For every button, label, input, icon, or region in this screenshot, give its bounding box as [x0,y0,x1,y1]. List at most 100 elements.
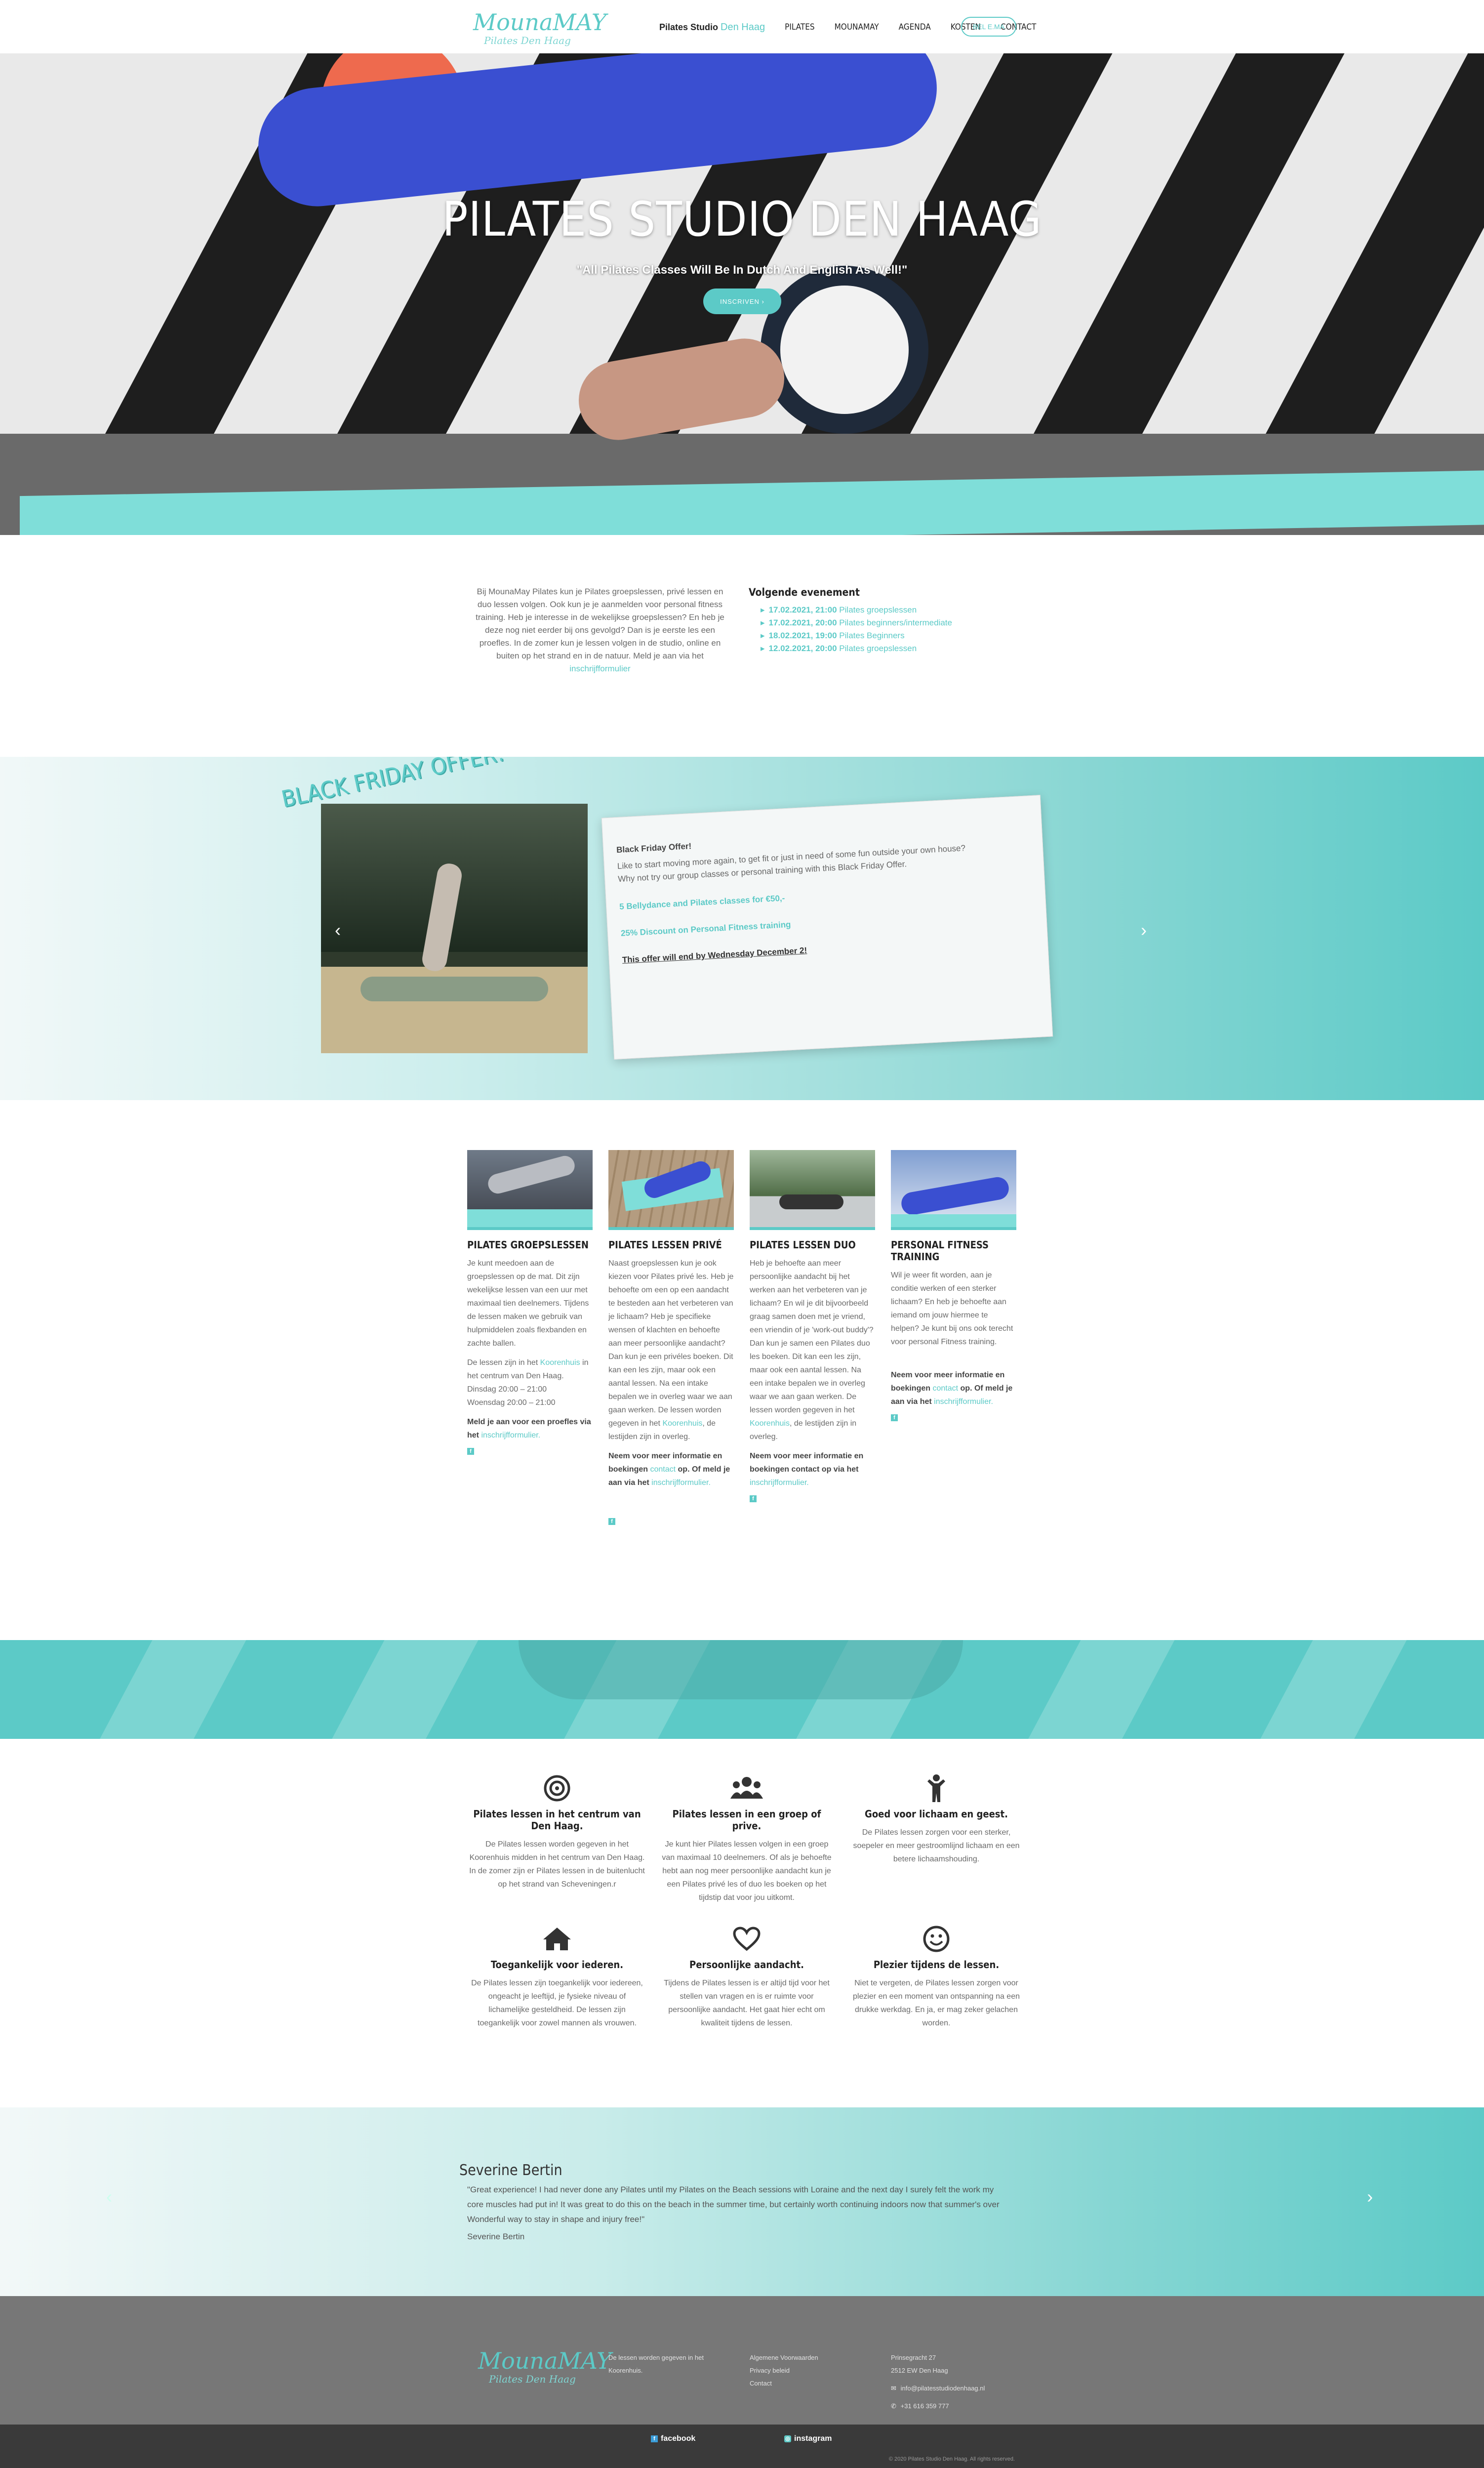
band-stripe [316,1640,489,1739]
event-label: Pilates groepslessen [839,605,917,615]
feature-text: De Pilates lessen zijn toegankelijk voor… [471,1979,643,2027]
nav-agenda[interactable]: AGENDA [899,22,931,32]
signup-link[interactable]: inschrijfformulier. [750,1479,809,1487]
schedule: Dinsdag 20:00 – 21:00 [467,1385,547,1394]
intro-text: Bij MounaMay Pilates kun je Pilates groe… [469,585,731,675]
footer-about: De lessen worden gegeven in het Koorenhu… [608,2354,704,2374]
feature-text: Niet te vergeten, de Pilates lessen zorg… [852,1979,1020,2027]
footer-link-privacy[interactable]: Privacy beleid [750,2364,818,2377]
event-item[interactable]: 17.02.2021, 21:00 Pilates groepslessen [761,604,952,617]
contact-link[interactable]: contact [650,1465,676,1474]
black-friday-card: Black Friday Offer! Like to start moving… [601,795,1053,1060]
card-title: Black Friday Offer! [616,841,692,855]
footer-email[interactable]: ✉ info@pilatesstudiodenhaag.nl [891,2382,985,2395]
facebook-icon[interactable]: f [467,1448,474,1455]
person-icon [847,1773,1025,1803]
koorenhuis-link[interactable]: Koorenhuis [750,1419,790,1428]
testimonial-prev-icon[interactable]: ‹ [106,2186,112,2207]
event-label: Pilates groepslessen [839,644,917,653]
event-date: 18.02.2021, 19:00 [768,631,837,640]
heart-icon [658,1924,836,1954]
header: MounaMAY Pilates Den Haag Pilates Studio… [0,0,1484,53]
logo-subtext: Pilates Den Haag [484,35,571,46]
footer-link-terms[interactable]: Algemene Voorwaarden [750,2351,818,2364]
facebook-icon[interactable]: f [891,1414,898,1421]
facebook-icon[interactable]: f [608,1518,615,1525]
koorenhuis-link[interactable]: Koorenhuis [540,1358,580,1367]
service-text: Je kunt meedoen aan de groepslessen op d… [467,1259,589,1348]
service-card: PILATES LESSEN DUO Heb je behoefte aan m… [750,1150,875,1503]
feature-text: Je kunt hier Pilates lessen volgen in ee… [662,1840,832,1902]
signup-link[interactable]: inschrijfformulier. [651,1479,711,1487]
service-text: Naast groepslessen kun je ook kiezen voo… [608,1257,734,1443]
event-date: 12.02.2021, 20:00 [768,644,837,653]
schedule: Woensdag 20:00 – 21:00 [467,1399,556,1407]
footer: MounaMAY Pilates Den Haag De lessen word… [0,2296,1484,2425]
header-cta-button[interactable]: BEL E.MA [961,17,1016,37]
service-title: PILATES LESSEN PRIVÉ [608,1239,722,1251]
service-title: PILATES LESSEN DUO [750,1239,856,1251]
intro-signup-link[interactable]: inschrijfformulier [569,664,630,673]
feature-text: Tijdens de Pilates lessen is er altijd t… [664,1979,830,2027]
band-stripe [1012,1640,1185,1739]
facebook-icon: f [651,2435,658,2442]
service-cta: Meld je aan voor een proefles via het in… [467,1415,593,1442]
mail-icon: ✉ [891,2385,896,2392]
contact-link[interactable]: contact [932,1384,958,1393]
service-cta: Neem voor meer informatie en boekingen c… [891,1368,1016,1408]
nav-brand-plain: Pilates Studio [659,22,719,32]
hero-signup-button[interactable]: INSCRIVEN › [703,288,781,314]
home-icon [468,1924,646,1954]
service-image [891,1150,1016,1230]
events-list: 17.02.2021, 21:00 Pilates groepslessen 1… [761,604,952,655]
testimonial-next-icon[interactable]: › [1367,2186,1373,2207]
footer-link-contact[interactable]: Contact [750,2377,818,2390]
bottom-bar: f facebook ◎ instagram © 2020 Pilates St… [0,2425,1484,2468]
logo[interactable]: MounaMAY Pilates Den Haag [473,11,606,45]
service-text: Heb je behoefte aan meer persoonlijke aa… [750,1257,875,1443]
service-location: De lessen zijn in het Koorenhuis in het … [467,1356,593,1409]
black-friday-photo [321,804,588,1053]
intro-paragraph: Bij MounaMay Pilates kun je Pilates groe… [476,587,724,660]
signup-link[interactable]: inschrijfformulier. [481,1431,540,1440]
footer-logo[interactable]: MounaMAY Pilates Den Haag [478,2349,611,2384]
footer-phone[interactable]: ✆ +31 616 359 777 [891,2400,985,2413]
service-text: Wil je weer fit worden, aan je conditie … [891,1271,1013,1346]
instagram-icon: ◎ [784,2435,791,2442]
service-card: PILATES GROEPSLESSEN Je kunt meedoen aan… [467,1150,593,1455]
nav-brand[interactable]: Pilates Studio Den Haag [659,22,765,33]
instagram-link[interactable]: ◎ instagram [784,2434,832,2443]
event-item[interactable]: 12.02.2021, 20:00 Pilates groepslessen [761,642,952,655]
nav-pilates[interactable]: PILATES [785,22,815,32]
text: Neem voor meer informatie en boekingen c… [750,1452,864,1474]
feature-item: Pilates lessen in het centrum van Den Ha… [468,1773,646,1891]
band-stripe [84,1640,257,1739]
signup-link[interactable]: inschrijfformulier. [934,1398,993,1406]
nav-mounamay[interactable]: MOUNAMAY [835,22,879,32]
hero-subtitle: "All Pilates Classes Will Be In Dutch An… [576,263,908,277]
service-image [467,1150,593,1230]
phone-text: +31 616 359 777 [900,2402,949,2410]
slider-prev-icon[interactable]: ‹ [335,920,341,941]
phone-icon: ✆ [891,2402,896,2410]
event-item[interactable]: 18.02.2021, 19:00 Pilates Beginners [761,629,952,642]
facebook-link[interactable]: f facebook [651,2434,695,2443]
text: De lessen zijn in het [467,1358,538,1367]
offer-2: 25% Discount on Personal Fitness trainin… [620,919,791,938]
service-cta: Neem voor meer informatie en boekingen c… [608,1449,734,1489]
text: Heb je behoefte aan meer persoonlijke aa… [750,1259,874,1414]
service-title: PERSONAL FITNESS TRAINING [891,1239,989,1263]
copyright: © 2020 Pilates Studio Den Haag. All righ… [888,2456,1015,2462]
offer-end: This offer will end by Wednesday Decembe… [622,946,807,965]
koorenhuis-link[interactable]: Koorenhuis [662,1419,702,1428]
hero-torso [761,266,928,434]
nav-brand-accent: Den Haag [721,21,765,33]
feature-title: Goed voor lichaam en geest. [865,1808,1008,1820]
feature-title: Pilates lessen in een groep of prive. [672,1808,821,1832]
event-item[interactable]: 17.02.2021, 20:00 Pilates beginners/inte… [761,617,952,629]
facebook-icon[interactable]: f [750,1495,757,1502]
service-card: PERSONAL FITNESS TRAINING Wil je weer fi… [891,1150,1016,1422]
event-date: 17.02.2021, 21:00 [768,605,837,615]
smile-icon [847,1924,1025,1954]
slider-next-icon[interactable]: › [1141,920,1147,941]
